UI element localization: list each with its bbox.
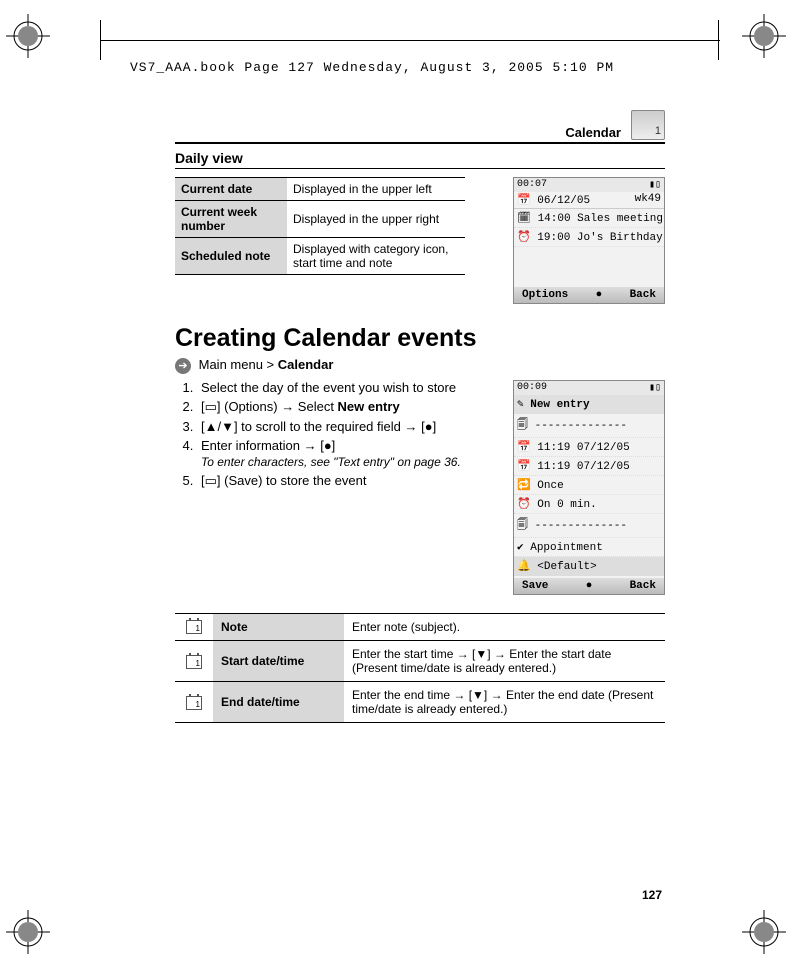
softkey-right: Back [630, 580, 656, 592]
table-row: 1 Start date/time Enter the start time →… [175, 641, 665, 682]
table-row: Current date Displayed in the upper left [175, 178, 465, 201]
step-item: Enter information → [●] To enter charact… [197, 438, 501, 469]
softkey-right: Back [630, 289, 656, 301]
cell-label: Current date [175, 178, 287, 201]
table-row: Current week number Displayed in the upp… [175, 201, 465, 238]
phone-field-row: 🗐 -------------- [514, 514, 664, 538]
cell-label: Current week number [175, 201, 287, 238]
page-number: 127 [642, 888, 662, 902]
creating-events-heading: Creating Calendar events [175, 324, 665, 353]
menu-path: ➔ Main menu > Calendar [175, 357, 665, 374]
cell-desc: Enter note (subject). [344, 613, 665, 641]
fields-table: 1 Note Enter note (subject). 1 Start dat… [175, 613, 665, 724]
cell-label: Scheduled note [175, 238, 287, 275]
phone-field-row: 📅 11:19 07/12/05 [514, 457, 664, 476]
cell-label: Start date/time [213, 641, 344, 682]
step-item: [▭] (Options) → Select New entry [197, 399, 501, 415]
phone-event-row: 🗓 14:00 Sales meeting [514, 209, 664, 228]
phone-screenshot-daily-view: 00:07 ▮▯ 📅 06/12/05 wk49 🗓 14:00 Sales m… [513, 177, 665, 304]
phone-date: 📅 06/12/05 [517, 193, 590, 207]
phone-signal-icon: ▮▯ [649, 179, 661, 191]
step-item: [▲/▼] to scroll to the required field → … [197, 419, 501, 434]
header-rule-right-tick [718, 20, 719, 60]
calendar-section-icon: 1 [631, 110, 665, 140]
crop-mark-top-left [6, 14, 66, 74]
cell-desc: Displayed in the upper left [287, 178, 465, 201]
phone-time: 00:07 [517, 179, 547, 191]
softkey-center: ● [596, 289, 603, 301]
daily-view-heading: Daily view [175, 150, 665, 169]
step-item: Select the day of the event you wish to … [197, 380, 501, 395]
phone-screenshot-new-entry: 00:09 ▮▯ ✎ New entry 🗐 -------------- 📅 … [513, 380, 665, 595]
cell-label: End date/time [213, 682, 344, 723]
start-date-icon: 1 [175, 641, 213, 682]
softkey-left: Options [522, 289, 568, 301]
phone-screen-title: ✎ New entry [514, 395, 664, 414]
table-row: 1 End date/time Enter the end time → [▼]… [175, 682, 665, 723]
cell-desc: Enter the start time → [▼] → Enter the s… [344, 641, 665, 682]
phone-signal-icon: ▮▯ [649, 382, 661, 394]
table-row: 1 Note Enter note (subject). [175, 613, 665, 641]
phone-event-row: ⏰ 19:00 Jo's Birthday Par [514, 228, 664, 247]
phone-field-row: ⏰ On 0 min. [514, 495, 664, 514]
phone-field-row: 📅 11:19 07/12/05 [514, 438, 664, 457]
daily-view-table: Current date Displayed in the upper left… [175, 177, 465, 275]
phone-field-row: ✔ Appointment [514, 538, 664, 557]
end-date-icon: 1 [175, 682, 213, 723]
crop-mark-bottom-left [6, 894, 66, 954]
steps-list: Select the day of the event you wish to … [175, 380, 501, 489]
section-header: Calendar 1 [175, 110, 665, 144]
cell-desc: Enter the end time → [▼] → Enter the end… [344, 682, 665, 723]
menu-path-prefix: Main menu > [199, 357, 278, 372]
softkey-center: ● [586, 580, 593, 592]
menu-path-target: Calendar [278, 357, 334, 372]
phone-time: 00:09 [517, 382, 547, 394]
cell-desc: Displayed in the upper right [287, 201, 465, 238]
section-label: Calendar [565, 125, 621, 140]
cell-desc: Displayed with category icon, start time… [287, 238, 465, 275]
arrow-icon: ➔ [175, 358, 191, 374]
table-row: Scheduled note Displayed with category i… [175, 238, 465, 275]
softkey-left: Save [522, 580, 548, 592]
header-rule-left-tick [100, 20, 101, 60]
crop-mark-bottom-right [726, 894, 786, 954]
phone-field-row: 🔁 Once [514, 476, 664, 495]
phone-field-row-selected: 🔔 <Default> [514, 557, 664, 576]
note-icon: 1 [175, 613, 213, 641]
crop-mark-top-right [726, 14, 786, 74]
phone-week: wk49 [635, 193, 661, 207]
header-rule [100, 40, 720, 41]
phone-field-row: 🗐 -------------- [514, 414, 664, 438]
cell-label: Note [213, 613, 344, 641]
step-subnote: To enter characters, see "Text entry" on… [201, 455, 501, 469]
step-item: [▭] (Save) to store the event [197, 473, 501, 489]
running-header: VS7_AAA.book Page 127 Wednesday, August … [130, 60, 614, 75]
